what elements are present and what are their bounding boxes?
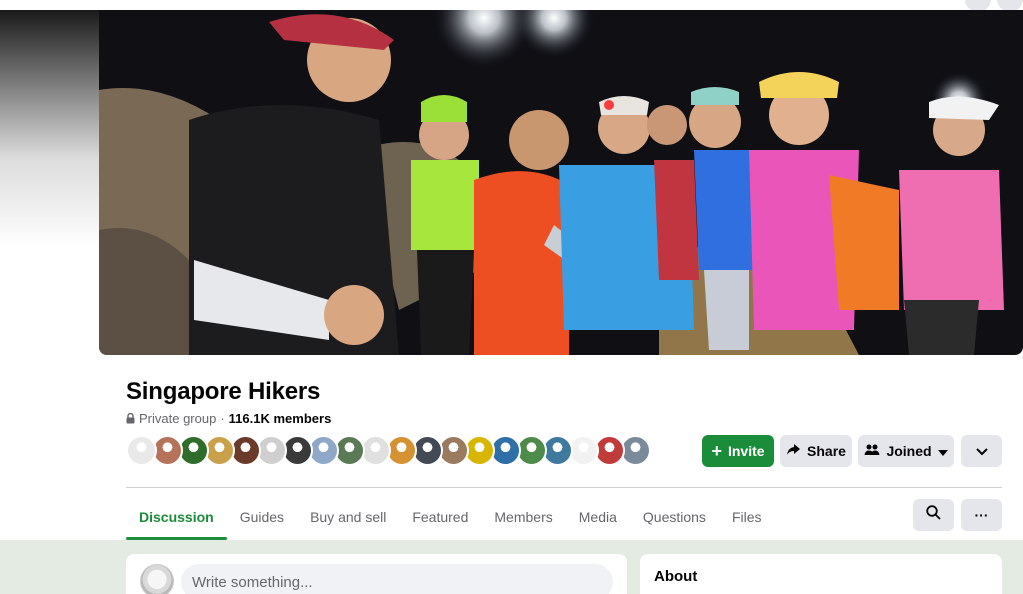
invite-button[interactable]: + Invite [702, 435, 774, 467]
write-something-input[interactable]: Write something... [181, 564, 613, 594]
privacy-label: Private group [139, 411, 217, 426]
share-button[interactable]: Share [780, 435, 852, 467]
tab-buy-and-sell[interactable]: Buy and sell [297, 494, 399, 540]
tab-featured[interactable]: Featured [399, 494, 481, 540]
caret-down-icon [937, 443, 948, 459]
cover-photo[interactable] [99, 10, 1023, 355]
tab-media[interactable]: Media [566, 494, 630, 540]
people-icon [864, 443, 880, 459]
tab-discussion[interactable]: Discussion [126, 494, 227, 540]
plus-icon: + [711, 441, 722, 461]
left-gradient-strip [0, 10, 99, 540]
user-avatar[interactable] [140, 564, 174, 594]
joined-label: Joined [886, 443, 932, 459]
about-title: About [654, 568, 698, 585]
post-composer: Write something... [126, 554, 627, 594]
invite-label: Invite [727, 443, 765, 459]
search-button[interactable] [913, 499, 954, 531]
share-arrow-icon [786, 443, 801, 459]
expand-button[interactable] [961, 435, 1002, 467]
group-name[interactable]: Singapore Hikers [126, 378, 320, 406]
group-meta: Private group · 116.1K members [126, 411, 331, 426]
tab-guides[interactable]: Guides [227, 494, 297, 540]
tab-files[interactable]: Files [719, 494, 775, 540]
member-avatars[interactable] [126, 435, 651, 466]
member-avatar[interactable] [126, 435, 157, 466]
meta-separator: · [220, 411, 225, 426]
tab-members[interactable]: Members [481, 494, 565, 540]
about-card: About [640, 554, 1002, 594]
group-tabs: Discussion Guides Buy and sell Featured Memb… [126, 494, 775, 540]
joined-button[interactable]: Joined [858, 435, 954, 467]
share-label: Share [807, 443, 846, 459]
header-divider [126, 487, 1002, 488]
chevron-down-icon [975, 443, 988, 459]
search-icon [926, 505, 941, 525]
tab-questions[interactable]: Questions [630, 494, 719, 540]
lock-icon [126, 413, 135, 424]
member-count[interactable]: 116.1K members [229, 411, 332, 426]
more-options-button[interactable]: ··· [961, 499, 1002, 531]
more-dots-icon: ··· [974, 507, 989, 523]
